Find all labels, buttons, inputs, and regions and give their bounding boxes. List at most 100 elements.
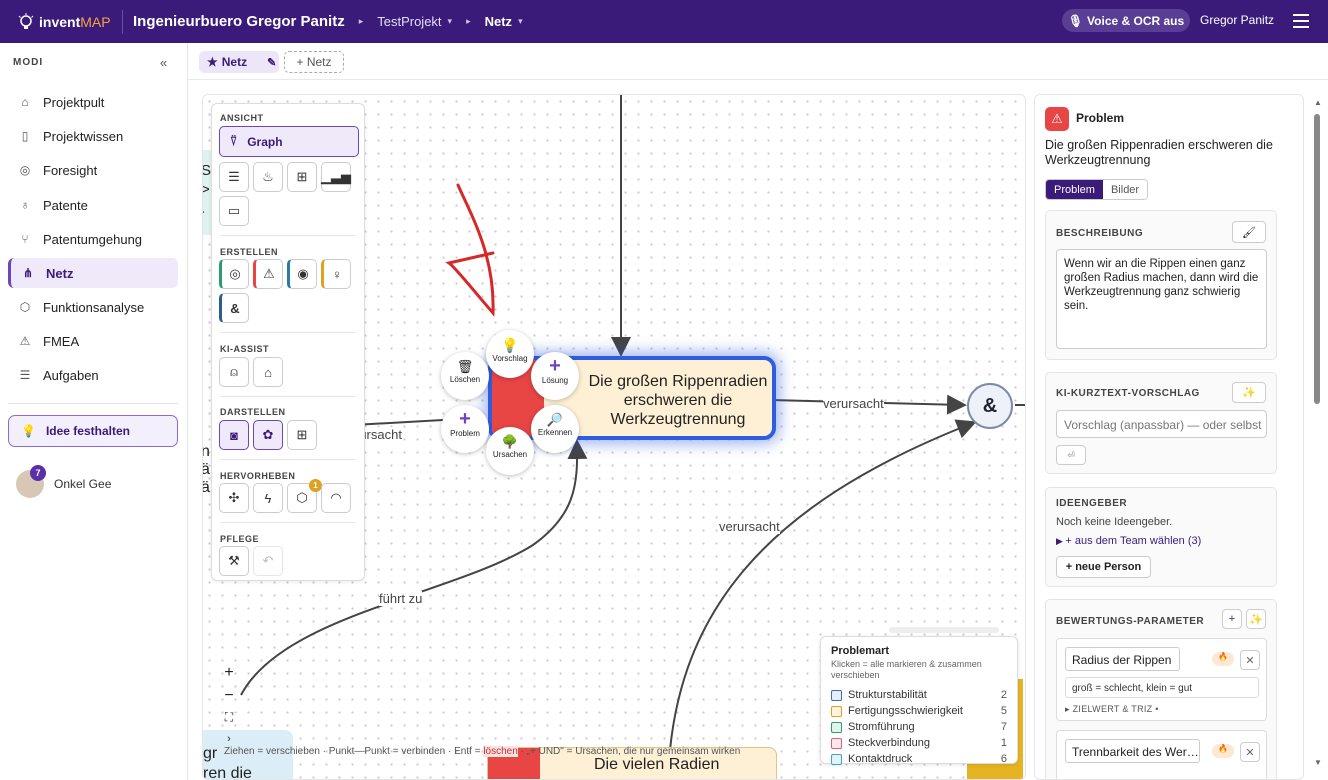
parameter-scale-input[interactable]: groß = schlecht, klein = gut: [1065, 677, 1259, 698]
scrollbar-thumb[interactable]: [1314, 114, 1320, 404]
comment-icon[interactable]: ▭: [219, 196, 249, 226]
breadcrumb-project[interactable]: TestProjekt: [377, 14, 441, 29]
radial-vorschlag-button[interactable]: 💡 Vorschlag: [486, 330, 534, 378]
ai-person-icon[interactable]: ⍝: [219, 357, 249, 387]
sidebar-item-patentumgehung[interactable]: ⑂ Patentumgehung: [8, 224, 178, 254]
color-swatch: [831, 689, 842, 701]
apply-icon[interactable]: ⏎: [1056, 445, 1086, 465]
bar-chart-icon[interactable]: ▁▃▅: [321, 162, 351, 192]
beschreibung-label: BESCHREIBUNG: [1056, 228, 1144, 239]
app-logo[interactable]: invent MAP: [16, 12, 122, 32]
radial-loesung-button[interactable]: + Lösung: [531, 352, 579, 400]
caret-down-icon[interactable]: ▾: [448, 16, 453, 27]
sidebar-item-label: Aufgaben: [43, 367, 99, 383]
team-select-link[interactable]: ▶ + aus dem Team wählen (3): [1056, 535, 1201, 547]
undo-icon[interactable]: ↶: [253, 546, 283, 576]
legend-title: Problemart: [831, 645, 890, 657]
sidebar-item-projektpult[interactable]: ⌂ Projektpult: [8, 87, 178, 117]
sidebar-item-funktionsanalyse[interactable]: ⬡ Funktionsanalyse: [8, 292, 178, 322]
remove-parameter-icon[interactable]: ✕: [1240, 650, 1260, 670]
scrollbar[interactable]: ▲ ▼: [1311, 94, 1328, 780]
menu-icon[interactable]: [1293, 14, 1309, 32]
radial-erkennen-button[interactable]: 🔎 Erkennen: [531, 405, 579, 453]
priority-chip[interactable]: 🔥: [1212, 744, 1234, 758]
tag-icon[interactable]: ⌂: [253, 357, 283, 387]
node-label: Die vielen Radien: [594, 756, 720, 773]
sidebar-item-projektwissen[interactable]: ▯ Projektwissen: [8, 121, 178, 151]
sidebar-item-foresight[interactable]: ◎ Foresight: [8, 155, 178, 185]
tab-netz[interactable]: ★ Netz ✎: [199, 51, 279, 73]
edge-left[interactable]: [352, 419, 444, 426]
avatar: 7: [16, 465, 46, 498]
tab-bilder[interactable]: Bilder: [1102, 180, 1148, 199]
sidebar-item-aufgaben[interactable]: ☰ Aufgaben: [8, 360, 178, 390]
radial-label: Ursachen: [492, 450, 528, 459]
collapse-sidebar-icon[interactable]: «: [160, 55, 167, 70]
sidebar-item-netz[interactable]: ⋔ Netz: [8, 258, 178, 288]
breadcrumb-mode[interactable]: Netz: [485, 14, 512, 29]
lightning-icon[interactable]: ϟ: [253, 483, 283, 513]
palette-icon[interactable]: ✿: [253, 420, 283, 450]
legend-row[interactable]: Fertigungsschwierigkeit 5: [831, 703, 1007, 719]
breadcrumb-org[interactable]: Ingenieurbuero Gregor Panitz: [133, 13, 345, 30]
idea-capture-button[interactable]: 💡 Idee festhalten: [8, 415, 178, 447]
ki-input[interactable]: Vorschlag (anpassbar) — oder selbst: [1056, 410, 1267, 438]
sparkle-button[interactable]: ✨: [1232, 382, 1266, 403]
detail-type: Problem: [1076, 111, 1125, 125]
eye-icon[interactable]: ◉: [287, 259, 317, 289]
voice-ocr-toggle[interactable]: 🎙 Voice & OCR aus: [1062, 9, 1190, 32]
and-node[interactable]: &: [967, 383, 1013, 429]
user-name[interactable]: Gregor Panitz: [1200, 13, 1274, 27]
legend-row[interactable]: Stromführung 7: [831, 719, 1007, 735]
graph-view-button[interactable]: ⍢ Graph: [219, 126, 359, 157]
scroll-down-icon[interactable]: ▼: [1314, 758, 1322, 767]
current-user[interactable]: 7 Onkel Gee: [16, 465, 111, 498]
ideengeber-card: IDEENGEBER Noch keine Ideengeber. ▶ + au…: [1045, 487, 1277, 587]
parameter-name-input[interactable]: Radius der Rippen: [1065, 647, 1180, 671]
priority-chip[interactable]: 🔥: [1212, 652, 1234, 666]
detail-title[interactable]: Die großen Rippenradien erschweren die W…: [1045, 138, 1285, 168]
canvas-hint: Ziehen = verschieben · Punkt—Punkt = ver…: [224, 746, 741, 757]
flame-icon[interactable]: ♨: [253, 162, 283, 192]
camera-icon[interactable]: ◙: [219, 420, 249, 450]
radial-loeschen-button[interactable]: 🗑 Löschen: [441, 352, 489, 400]
sidebar-item-patente[interactable]: ♁ Patente: [8, 190, 178, 220]
sparkle-button[interactable]: ✨: [1246, 609, 1266, 629]
lightbulb-icon[interactable]: ♀: [321, 259, 351, 289]
ai-wand-button[interactable]: 🖌: [1232, 221, 1266, 243]
remove-parameter-icon[interactable]: ✕: [1240, 742, 1260, 762]
hammer-icon[interactable]: ⚒: [219, 546, 249, 576]
legend-row[interactable]: Strukturstabilität 2: [831, 687, 1007, 703]
grid-icon[interactable]: ⊞: [287, 420, 317, 450]
and-icon[interactable]: &: [219, 293, 249, 323]
tab-problem[interactable]: Problem: [1046, 180, 1103, 199]
zoom-out-icon[interactable]: −: [216, 687, 242, 710]
bewertung-label: BEWERTUNGS-PARAMETER: [1056, 616, 1205, 627]
plus-icon: +: [549, 355, 561, 377]
legend-row[interactable]: Steckverbindung 1: [831, 735, 1007, 751]
warning-icon[interactable]: ⚠: [253, 259, 283, 289]
clipped-node-text: S>.: [202, 162, 212, 217]
filter-sliders-icon[interactable]: ☰: [219, 162, 249, 192]
edit-icon[interactable]: ✎: [267, 56, 276, 69]
legend-drag-handle[interactable]: [889, 627, 999, 633]
add-tab-button[interactable]: + Netz: [284, 51, 344, 73]
zielwert-toggle[interactable]: ▸ ZIELWERT & TRIZ •: [1065, 704, 1159, 715]
neue-person-button[interactable]: + neue Person: [1056, 556, 1151, 578]
divider: [220, 396, 356, 397]
fit-view-icon[interactable]: ⛶: [216, 710, 242, 733]
parameter-name-input[interactable]: Trennbarkeit des Wer…: [1065, 739, 1200, 763]
hub-icon[interactable]: ✣: [219, 483, 249, 513]
target-icon[interactable]: ◎: [219, 259, 249, 289]
layout-icon[interactable]: ⊞: [287, 162, 317, 192]
zoom-in-icon[interactable]: +: [216, 664, 242, 687]
radial-problem-button[interactable]: + Problem: [441, 405, 489, 453]
add-parameter-button[interactable]: +: [1222, 609, 1242, 629]
sidebar-item-fmea[interactable]: ⚠ FMEA: [8, 326, 178, 356]
beschreibung-textarea[interactable]: Wenn wir an die Rippen einen ganz großen…: [1056, 249, 1267, 349]
scroll-up-icon[interactable]: ▲: [1314, 98, 1322, 107]
caret-down-icon[interactable]: ▾: [518, 16, 523, 27]
radial-ursachen-button[interactable]: 🌳 Ursachen: [486, 427, 534, 475]
legend-row[interactable]: Kontaktdruck 6: [831, 751, 1007, 767]
gauge-icon[interactable]: ◠: [321, 483, 351, 513]
